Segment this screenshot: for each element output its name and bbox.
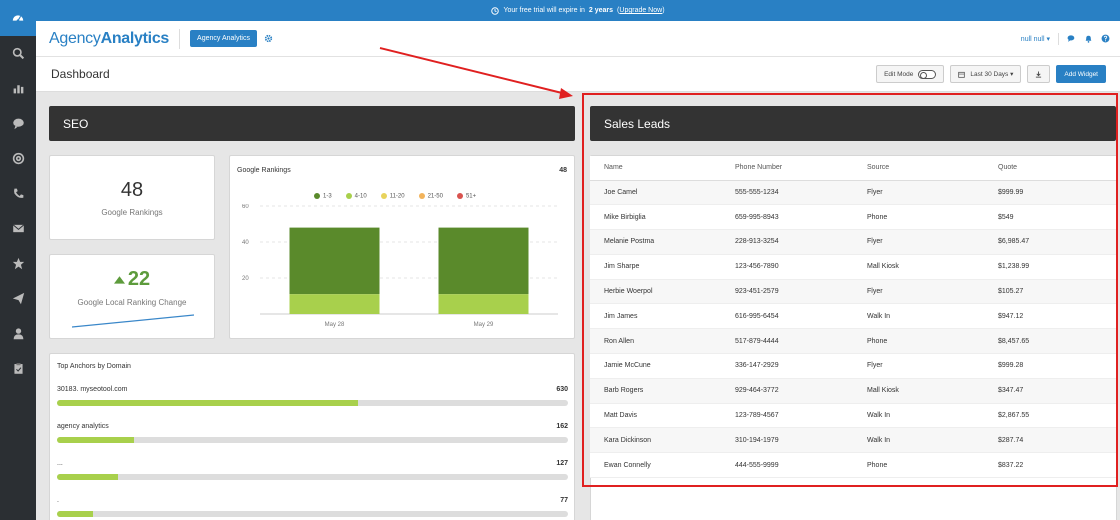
annotation-arrow: [379, 47, 573, 99]
